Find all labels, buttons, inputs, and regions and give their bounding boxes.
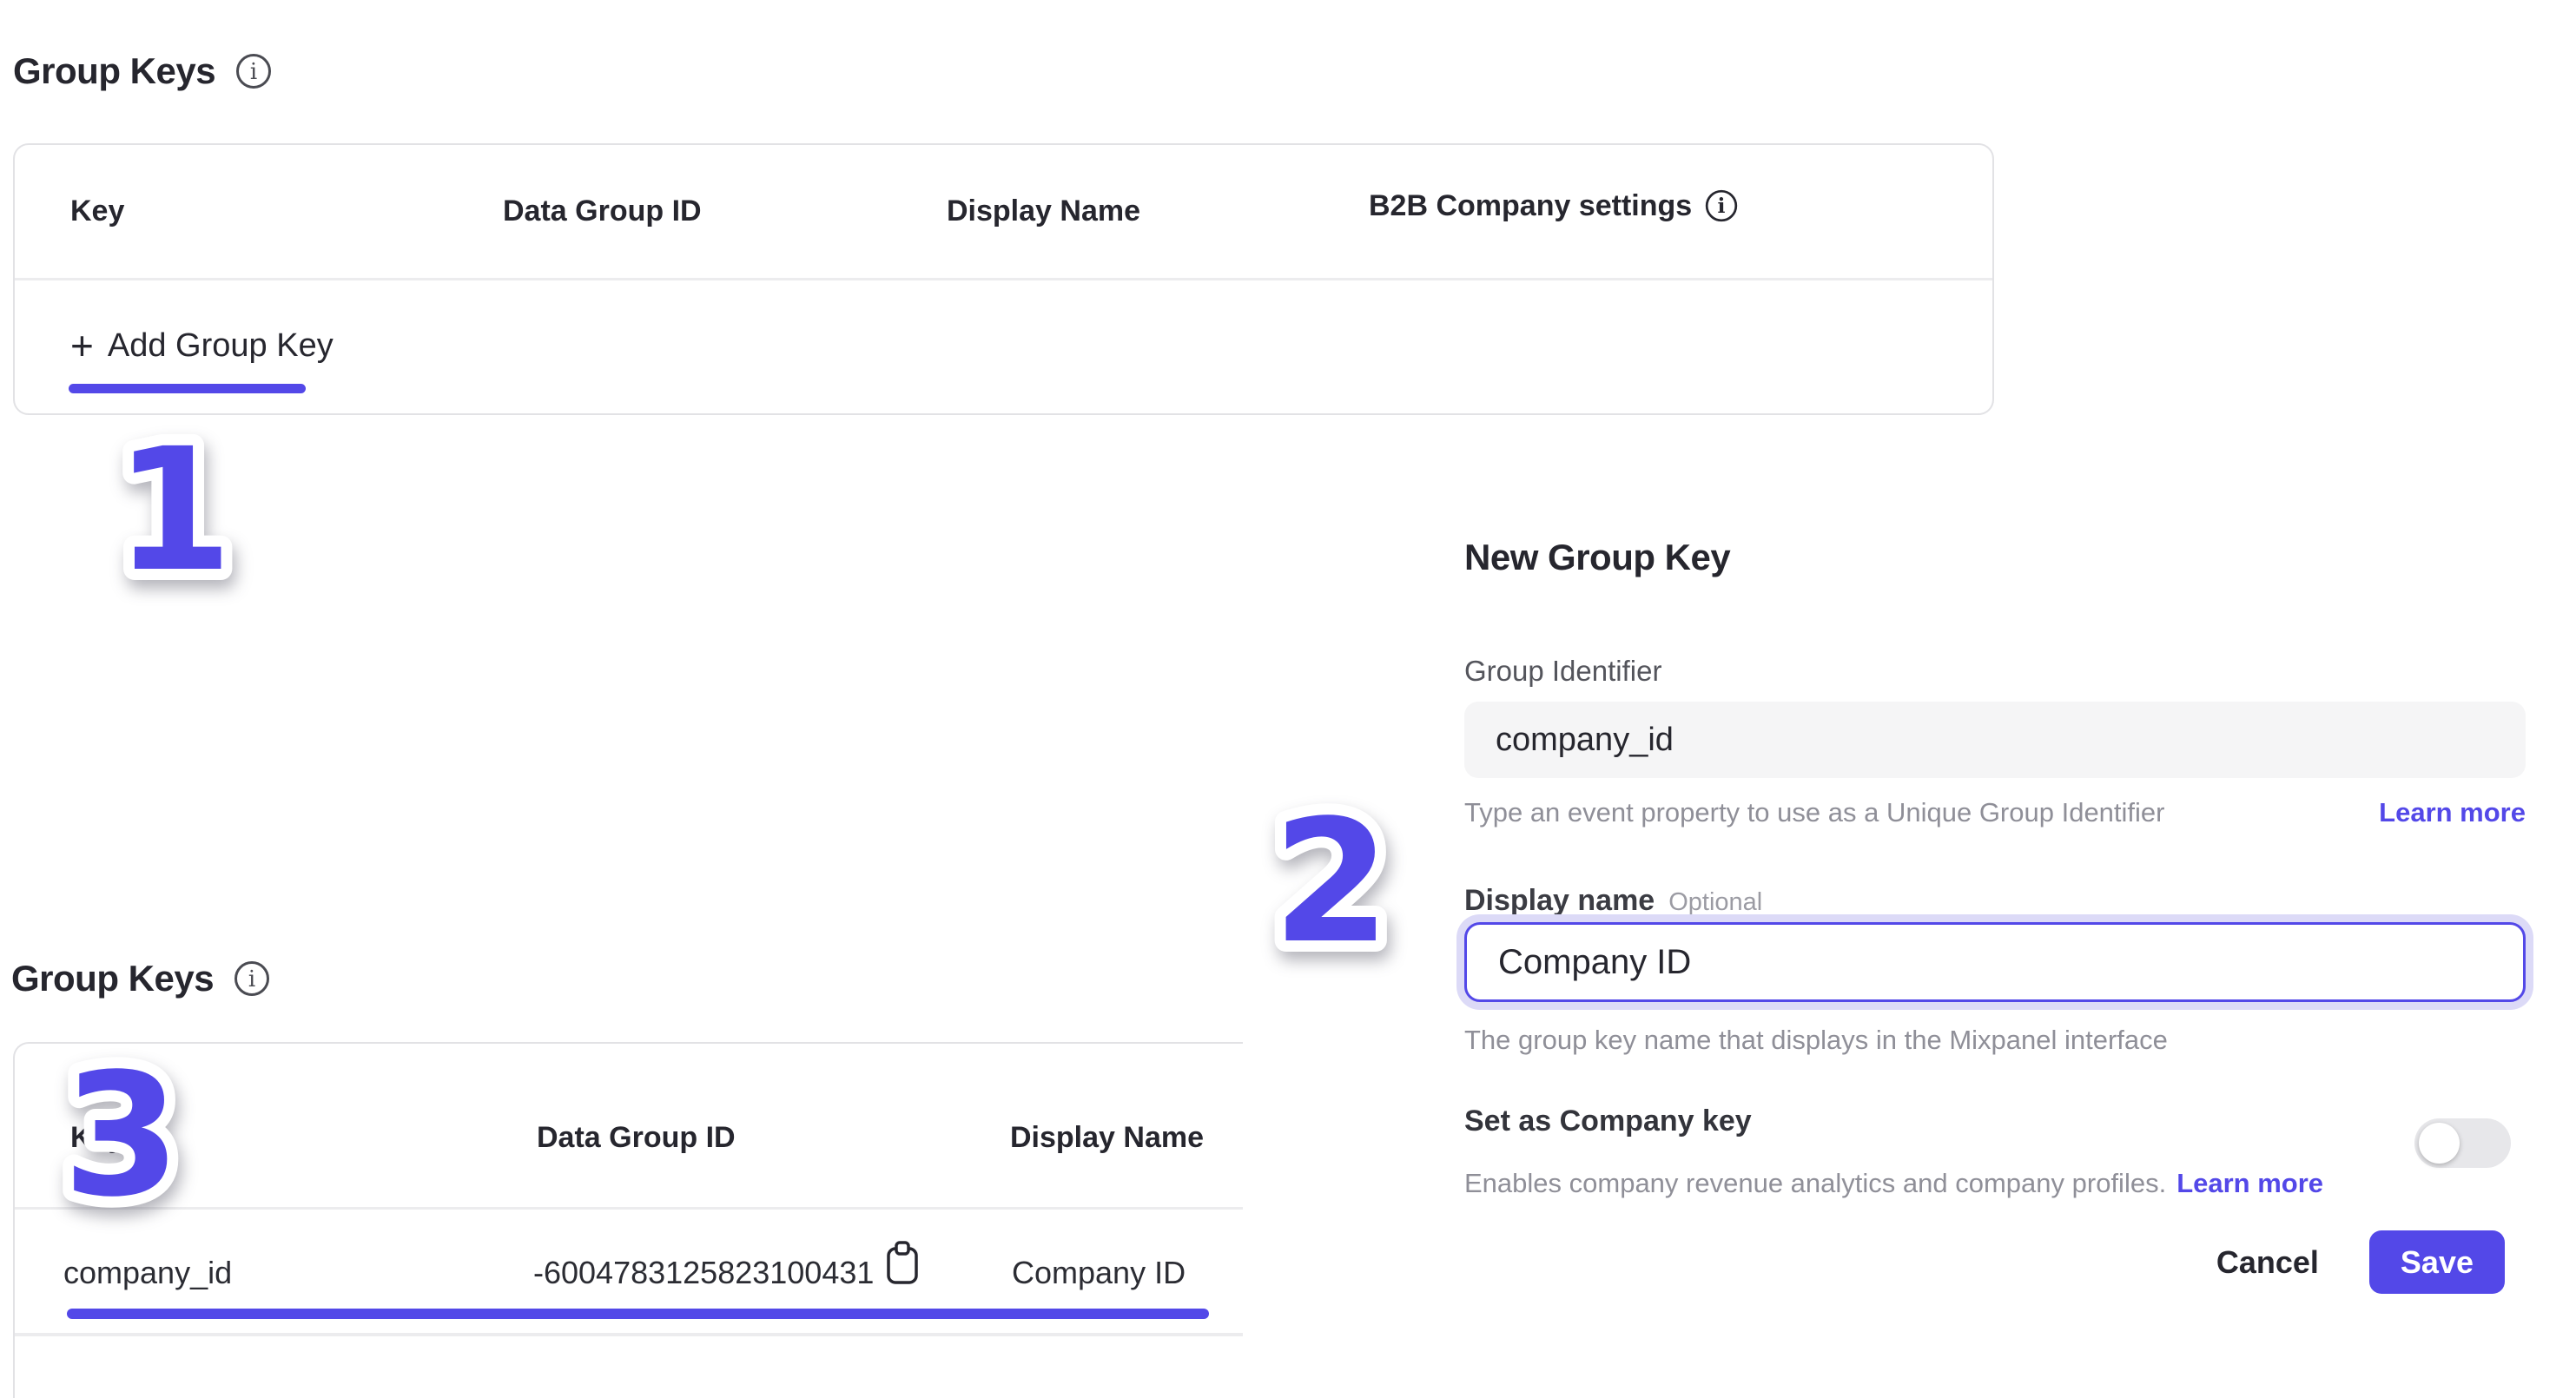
step-1-badge: 1	[52, 408, 295, 625]
key-cell: company_id	[63, 1255, 232, 1291]
top-section-heading: Group Keys i	[13, 50, 273, 92]
page: { "colors": { "accent": "#5348e8", "inpu…	[0, 0, 2576, 1398]
column-header-display-name: Display Name	[1010, 1121, 1204, 1155]
column-header-display-name: Display Name	[947, 195, 1140, 228]
learn-more-link[interactable]: Learn more	[2379, 797, 2526, 828]
annotation-underline-row	[67, 1309, 1209, 1319]
copy-icon[interactable]	[883, 1239, 921, 1289]
b2b-settings-label: B2B Company settings	[1369, 189, 1692, 223]
step-2-badge: 2	[1210, 781, 1453, 999]
cancel-button[interactable]: Cancel	[2216, 1244, 2319, 1281]
optional-tag: Optional	[1668, 888, 1762, 916]
plus-icon: +	[70, 326, 94, 366]
add-group-key-label: Add Group Key	[108, 327, 334, 365]
group-identifier-input[interactable]	[1464, 702, 2526, 778]
group-identifier-helper: Type an event property to use as a Uniqu…	[1464, 797, 2164, 828]
info-icon[interactable]: i	[234, 52, 273, 90]
step-3-badge: 3	[0, 1035, 243, 1252]
company-key-toggle[interactable]	[2414, 1118, 2511, 1168]
svg-text:i: i	[1718, 194, 1726, 218]
svg-text:3: 3	[63, 1037, 181, 1234]
info-icon[interactable]: i	[233, 959, 271, 998]
row-divider	[15, 1333, 1243, 1336]
panel-title: New Group Key	[1464, 537, 1730, 578]
new-group-key-panel: New Group Key Group Identifier Type an e…	[1464, 545, 2526, 1344]
column-header-data-group-id: Data Group ID	[537, 1121, 736, 1155]
save-button[interactable]: Save	[2369, 1230, 2505, 1294]
learn-more-link-company-key[interactable]: Learn more	[2176, 1168, 2323, 1199]
display-name-input[interactable]	[1464, 922, 2526, 1002]
form-actions: Cancel Save	[2216, 1230, 2505, 1294]
company-key-helper-row: Enables company revenue analytics and co…	[1464, 1168, 2526, 1199]
display-name-helper: The group key name that displays in the …	[1464, 1025, 2168, 1056]
company-key-helper: Enables company revenue analytics and co…	[1464, 1168, 2166, 1199]
svg-text:i: i	[250, 59, 257, 85]
toggle-knob	[2419, 1123, 2460, 1164]
group-identifier-helper-row: Type an event property to use as a Uniqu…	[1464, 797, 2526, 828]
data-group-id-cell: -6004783125823100431	[533, 1255, 874, 1291]
display-name-label-row: Display name Optional	[1464, 884, 1762, 918]
display-name-cell: Company ID	[1012, 1255, 1186, 1291]
svg-text:2: 2	[1272, 783, 1390, 980]
column-header-b2b-settings: B2B Company settings i	[1369, 188, 1739, 223]
group-keys-table-card: Key Data Group ID Display Name B2B Compa…	[13, 143, 1994, 415]
column-header-data-group-id: Data Group ID	[503, 195, 702, 228]
info-icon[interactable]: i	[1704, 188, 1739, 223]
svg-text:1: 1	[115, 412, 233, 609]
set-company-key-label: Set as Company key	[1464, 1105, 1752, 1138]
group-identifier-label: Group Identifier	[1464, 655, 1661, 688]
annotation-underline-add-key	[69, 384, 306, 393]
display-name-helper-row: The group key name that displays in the …	[1464, 1025, 2526, 1056]
bottom-section-heading: Group Keys i	[11, 958, 271, 999]
group-keys-title-2: Group Keys	[11, 958, 214, 999]
column-header-key: Key	[70, 195, 124, 228]
svg-text:i: i	[248, 966, 255, 992]
display-name-label: Display name	[1464, 884, 1655, 917]
group-keys-title: Group Keys	[13, 50, 215, 92]
